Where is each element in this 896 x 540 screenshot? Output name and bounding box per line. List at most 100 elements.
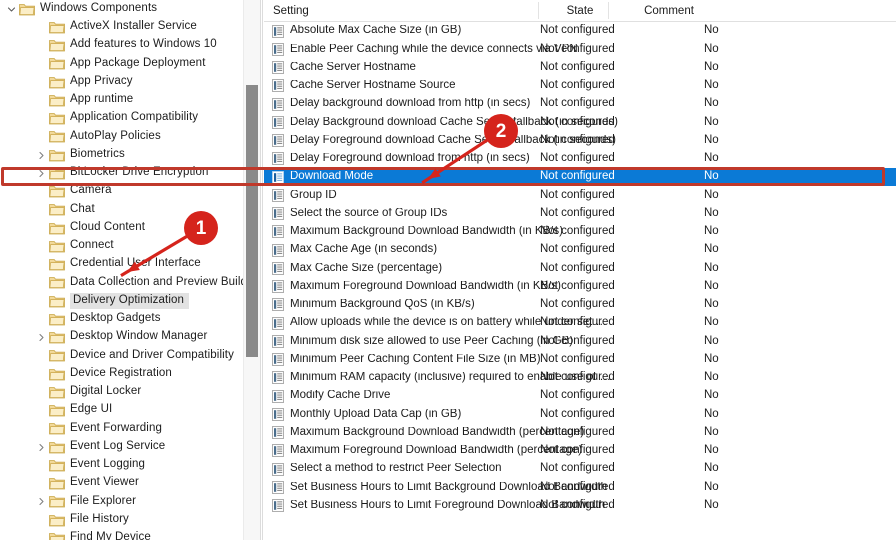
policy-tree-pane[interactable]: Windows Components ActiveX Installer Serv…	[0, 0, 243, 540]
tree-item-label: AutoPlay Policies	[70, 129, 161, 142]
policy-setting-icon	[272, 42, 284, 56]
tree-item-file-history[interactable]: File History	[0, 511, 243, 529]
folder-icon	[49, 149, 65, 162]
table-row[interactable]: Max Cache Size (percentage) Not configure…	[264, 259, 896, 277]
tree-item-desktop-gadgets[interactable]: Desktop Gadgets	[0, 310, 243, 328]
tree-item-label: Credential User Interface	[70, 257, 201, 270]
tree-item-find-my-device[interactable]: Find My Device	[0, 529, 243, 540]
chevron-down-icon[interactable]	[4, 5, 19, 14]
table-row[interactable]: Set Business Hours to Limit Background D…	[264, 478, 896, 496]
tree-item-add-features-to-windows-10[interactable]: Add features to Windows 10	[0, 37, 243, 55]
tree-item-device-registration[interactable]: Device Registration	[0, 365, 243, 383]
table-row[interactable]: Monthly Upload Data Cap (in GB) Not confi…	[264, 405, 896, 423]
folder-icon	[19, 3, 35, 16]
cell-state-value: Not configured	[540, 225, 615, 238]
tree-item-data-collection-and-preview-builds[interactable]: Data Collection and Preview Builds	[0, 274, 243, 292]
cell-setting-name: Absolute Max Cache Size (in GB)	[290, 25, 462, 37]
policy-setting-icon	[272, 207, 284, 221]
table-row[interactable]: Delay Background download Cache Server f…	[264, 113, 896, 131]
chevron-right-icon[interactable]	[34, 151, 49, 160]
chevron-right-icon[interactable]	[34, 497, 49, 506]
chevron-right-icon[interactable]	[34, 443, 49, 452]
table-row[interactable]: Select a method to restrict Peer Selecti…	[264, 460, 896, 478]
table-row[interactable]: Maximum Background Download Bandwidth (p…	[264, 424, 896, 442]
table-row[interactable]: Delay Foreground download Cache Server f…	[264, 132, 896, 150]
table-row[interactable]: Enable Peer Caching while the device con…	[264, 40, 896, 58]
table-row[interactable]: Maximum Foreground Download Bandwidth (p…	[264, 442, 896, 460]
table-row[interactable]: Set Business Hours to Limit Foreground D…	[264, 497, 896, 515]
table-row[interactable]: Select the source of Group IDs Not config…	[264, 205, 896, 223]
tree-item-application-compatibility[interactable]: Application Compatibility	[0, 110, 243, 128]
tree-item-event-logging[interactable]: Event Logging	[0, 456, 243, 474]
tree-item-label: Event Viewer	[70, 476, 139, 489]
tree-item-event-log-service[interactable]: Event Log Service	[0, 438, 243, 456]
tree-item-app-privacy[interactable]: App Privacy	[0, 73, 243, 91]
tree-item-edge-ui[interactable]: Edge UI	[0, 402, 243, 420]
table-row[interactable]: Minimum RAM capacity (inclusive) require…	[264, 369, 896, 387]
table-row[interactable]: Download Mode Not configured No	[264, 168, 896, 187]
policy-setting-icon	[272, 97, 284, 111]
cell-comment-value: No	[704, 188, 719, 201]
folder-icon	[49, 313, 65, 326]
tree-item-bitlocker-drive-encryption[interactable]: BitLocker Drive Encryption	[0, 164, 243, 182]
table-row[interactable]: Allow uploads while the device is on bat…	[264, 314, 896, 332]
folder-icon	[49, 514, 65, 527]
tree-item-event-forwarding[interactable]: Event Forwarding	[0, 420, 243, 438]
tree-item-desktop-window-manager[interactable]: Desktop Window Manager	[0, 329, 243, 347]
table-row[interactable]: Maximum Background Download Bandwidth (i…	[264, 223, 896, 241]
table-row[interactable]: Delay background download from http (in …	[264, 95, 896, 113]
table-row[interactable]: Maximum Foreground Download Bandwidth (i…	[264, 278, 896, 296]
cell-state-value: Not configured	[540, 444, 615, 457]
cell-comment-value: No	[704, 498, 719, 511]
tree-item-biometrics[interactable]: Biometrics	[0, 146, 243, 164]
table-row[interactable]: Minimum Peer Caching Content File Size (…	[264, 351, 896, 369]
tree-item-windows-components[interactable]: Windows Components	[0, 0, 243, 18]
table-row[interactable]: Cache Server Hostname Source Not configur…	[264, 77, 896, 95]
table-row[interactable]: Minimum Background QoS (in KB/s) Not conf…	[264, 296, 896, 314]
table-row[interactable]: Max Cache Age (in seconds) Not configured…	[264, 241, 896, 259]
chevron-right-icon[interactable]	[34, 333, 49, 342]
table-row[interactable]: Delay Foreground download from http (in …	[264, 150, 896, 168]
table-row[interactable]: Minimum disk size allowed to use Peer Ca…	[264, 332, 896, 350]
tree-item-app-runtime[interactable]: App runtime	[0, 91, 243, 109]
policy-setting-icon	[272, 170, 284, 184]
folder-icon	[49, 167, 65, 180]
cell-state-value: Not configured	[540, 352, 615, 365]
settings-list-pane[interactable]: Setting State Comment Absolute Max Cache…	[264, 0, 896, 540]
tree-scrollbar-thumb[interactable]	[246, 85, 258, 357]
tree-item-app-package-deployment[interactable]: App Package Deployment	[0, 55, 243, 73]
table-row[interactable]: Modify Cache Drive Not configured No	[264, 387, 896, 405]
folder-icon	[49, 532, 65, 540]
tree-item-event-viewer[interactable]: Event Viewer	[0, 475, 243, 493]
cell-state-value: Not configured	[540, 60, 615, 73]
tree-item-credential-user-interface[interactable]: Credential User Interface	[0, 256, 243, 274]
cell-state-value: Not configured	[540, 316, 615, 329]
folder-icon	[49, 76, 65, 89]
cell-state-value: Not configured	[540, 115, 615, 128]
tree-item-autoplay-policies[interactable]: AutoPlay Policies	[0, 128, 243, 146]
table-row[interactable]: Cache Server Hostname Not configured No	[264, 59, 896, 77]
cell-state-value: Not configured	[540, 206, 615, 219]
column-header-comment[interactable]: Comment	[609, 0, 729, 21]
tree-item-activex-installer-service[interactable]: ActiveX Installer Service	[0, 18, 243, 36]
chevron-right-icon[interactable]	[34, 169, 49, 178]
tree-item-label: Device Registration	[70, 366, 172, 379]
column-separator-1[interactable]	[538, 2, 539, 19]
tree-vertical-scrollbar[interactable]	[243, 0, 260, 540]
policy-setting-icon	[272, 407, 284, 421]
cell-comment-value: No	[704, 97, 719, 110]
policy-setting-icon	[272, 426, 284, 440]
folder-icon	[49, 477, 65, 490]
tree-item-delivery-optimization[interactable]: Delivery Optimization	[0, 292, 243, 310]
table-row[interactable]: Absolute Max Cache Size (in GB) Not confi…	[264, 22, 896, 40]
tree-item-label: File History	[70, 512, 129, 525]
table-row[interactable]: Group ID Not configured No	[264, 186, 896, 204]
tree-item-camera[interactable]: Camera	[0, 183, 243, 201]
tree-item-file-explorer[interactable]: File Explorer	[0, 493, 243, 511]
policy-setting-icon	[272, 353, 284, 367]
tree-item-device-and-driver-compatibility[interactable]: Device and Driver Compatibility	[0, 347, 243, 365]
tree-item-digital-locker[interactable]: Digital Locker	[0, 383, 243, 401]
column-header-setting[interactable]: Setting	[273, 0, 309, 21]
pane-splitter[interactable]	[260, 0, 263, 540]
folder-icon	[49, 495, 65, 508]
